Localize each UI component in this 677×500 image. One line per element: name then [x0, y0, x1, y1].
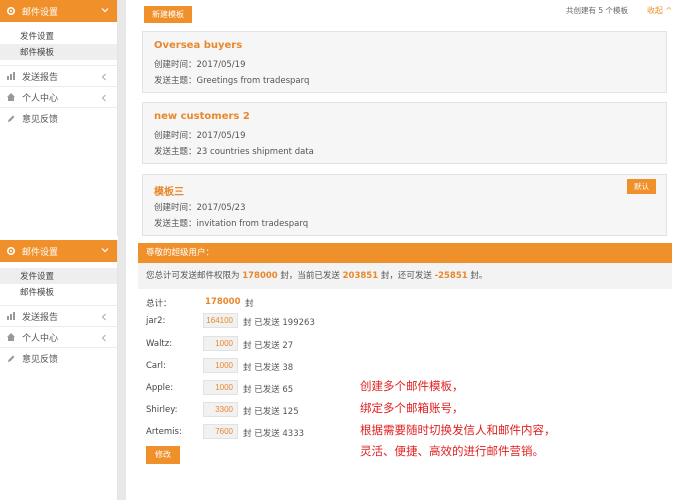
total-value: 178000: [205, 297, 241, 307]
promo-line: 灵活、便捷、高效的进行邮件营销。: [360, 444, 544, 458]
template-count-text: 共创建有 5 个模板: [566, 6, 629, 15]
sidebar-item-feedback[interactable]: 意见反馈: [0, 348, 117, 369]
template-subject: 发送主题：invitation from tradesparq: [154, 219, 309, 229]
sidebar-header-mail-settings[interactable]: 邮件设置: [0, 240, 117, 262]
chevron-left-icon: [101, 334, 106, 342]
account-name: jar2:: [146, 316, 166, 326]
chevron-left-icon: [101, 73, 106, 81]
account-sent: 封 已发送 65: [243, 385, 294, 395]
template-card[interactable]: new customers 2 创建时间：2017/05/19 发送主题：23 …: [142, 102, 667, 164]
summary-prefix: 您总计可发送邮件权限为: [146, 271, 240, 281]
template-name[interactable]: new customers 2: [154, 111, 250, 122]
account-quota-input[interactable]: [203, 424, 238, 439]
sidebar-item-feedback[interactable]: 意见反馈: [0, 108, 117, 129]
chevron-left-icon: [101, 94, 106, 102]
template-name[interactable]: Oversea buyers: [154, 40, 242, 51]
home-icon: [7, 333, 15, 341]
summary-mid: 封，还可发送: [380, 271, 432, 281]
sidebar-sub-mail-templates[interactable]: 邮件模板: [0, 44, 117, 60]
chevron-down-icon: [101, 248, 109, 253]
quota-panel-header: 尊敬的超级用户：: [138, 243, 672, 263]
main-content: 新建模板 共创建有 5 个模板 收起 ^ Oversea buyers 创建时间…: [133, 0, 677, 500]
account-quota-input[interactable]: [203, 313, 238, 328]
template-card[interactable]: Oversea buyers 创建时间：2017/05/19 发送主题：Gree…: [142, 31, 667, 93]
template-created: 创建时间：2017/05/23: [154, 203, 246, 213]
promo-line: 根据需要随时切换发信人和邮件内容，: [360, 423, 556, 437]
template-created: 创建时间：2017/05/19: [154, 131, 246, 141]
gear-icon: [6, 6, 16, 16]
sidebar-header-label: 邮件设置: [22, 7, 59, 18]
summary-sent: 203851: [342, 271, 379, 281]
account-quota-input[interactable]: [203, 380, 238, 395]
collapse-link[interactable]: 收起 ^: [647, 5, 672, 16]
sidebar-header-mail-settings[interactable]: 邮件设置: [0, 0, 117, 22]
account-name: Artemis:: [146, 427, 182, 437]
summary-remaining: -25851: [434, 271, 468, 281]
sidebar-sub-send-settings[interactable]: 发件设置: [0, 268, 117, 284]
account-quota-input[interactable]: [203, 358, 238, 373]
chevron-left-icon: [101, 313, 106, 321]
template-name[interactable]: 模板三: [154, 183, 184, 198]
sidebar-bottom: 邮件设置 发件设置 邮件模板 发送报告 个人中心 意见反馈: [0, 240, 118, 500]
sidebar-item-send-report[interactable]: 发送报告: [0, 306, 117, 327]
sidebar-header-label: 邮件设置: [22, 247, 59, 258]
chevron-down-icon: [101, 8, 109, 13]
template-subject: 发送主题：23 countries shipment data: [154, 147, 314, 157]
summary-suffix: 封。: [470, 271, 488, 281]
sidebar-sub-send-settings[interactable]: 发件设置: [0, 28, 117, 44]
sidebar-item-personal-center[interactable]: 个人中心: [0, 327, 117, 348]
sidebar-item-label: 发送报告: [22, 72, 59, 83]
new-template-button[interactable]: 新建模板: [144, 6, 192, 23]
pencil-icon: [8, 115, 15, 122]
summary-mid: 封，当前已发送: [280, 271, 340, 281]
sidebar-item-label: 个人中心: [22, 93, 59, 104]
summary-limit: 178000: [242, 271, 278, 281]
home-icon: [7, 93, 15, 101]
account-quota-input[interactable]: [203, 336, 238, 351]
sidebar-item-label: 意见反馈: [22, 115, 59, 125]
account-sent: 封 已发送 199263: [243, 318, 315, 328]
account-name: Carl:: [146, 361, 166, 371]
template-subject: 发送主题：Greetings from tradesparq: [154, 76, 310, 86]
account-name: Shirley:: [146, 405, 178, 415]
account-name: Waltz:: [146, 339, 173, 349]
sidebar-item-personal-center[interactable]: 个人中心: [0, 87, 117, 108]
total-label: 总计：: [146, 299, 172, 309]
chart-icon: [7, 72, 15, 80]
total-unit: 封: [245, 299, 254, 309]
sidebar-top: 邮件设置 发件设置 邮件模板 发送报告 个人中心 意见反馈: [0, 0, 118, 236]
template-created: 创建时间：2017/05/19: [154, 60, 246, 70]
gear-icon: [6, 246, 16, 256]
account-sent: 封 已发送 38: [243, 363, 294, 373]
sidebar-item-label: 意见反馈: [22, 355, 59, 365]
sidebar-item-send-report[interactable]: 发送报告: [0, 66, 117, 87]
sidebar-item-label: 发送报告: [22, 312, 59, 323]
modify-button[interactable]: 修改: [146, 446, 180, 464]
template-card[interactable]: 模板三 默认 创建时间：2017/05/23 发送主题：invitation f…: [142, 174, 667, 236]
sidebar-gutter: [118, 0, 126, 500]
sidebar-item-label: 个人中心: [22, 333, 59, 344]
account-sent: 封 已发送 4333: [243, 429, 305, 439]
account-name: Apple:: [146, 383, 174, 393]
pencil-icon: [8, 355, 15, 362]
account-quota-input[interactable]: [203, 402, 238, 417]
promo-line: 创建多个邮件模板，: [360, 379, 464, 393]
sidebar-sub-mail-templates[interactable]: 邮件模板: [0, 284, 117, 300]
account-sent: 封 已发送 27: [243, 341, 294, 351]
chart-icon: [7, 312, 15, 320]
promo-line: 绑定多个邮箱账号，: [360, 401, 464, 415]
default-button[interactable]: 默认: [627, 179, 656, 194]
account-sent: 封 已发送 125: [243, 407, 299, 417]
quota-summary: 您总计可发送邮件权限为 178000 封，当前已发送 203851 封，还可发送…: [138, 263, 672, 289]
